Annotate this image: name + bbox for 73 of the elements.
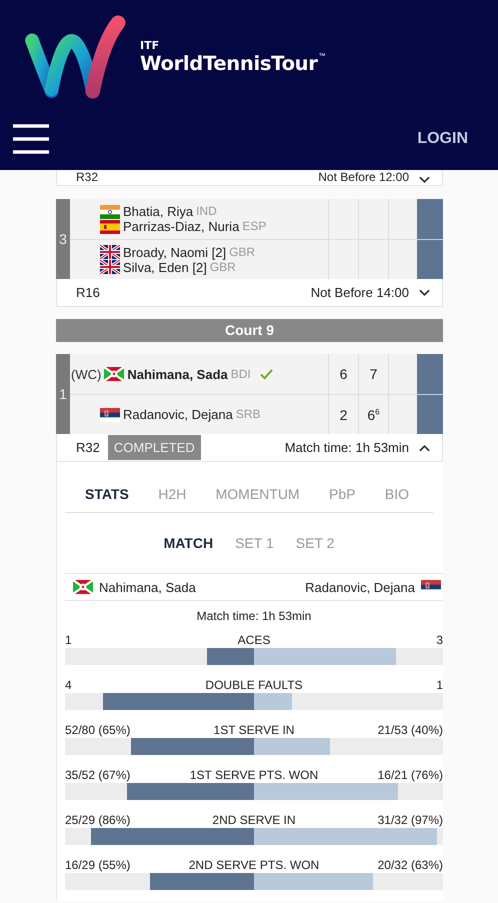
- status-badge: COMPLETED: [108, 435, 201, 460]
- stat-label: DOUBLE FAULTS: [205, 678, 303, 692]
- stat-value: 20/32 (63%): [378, 858, 443, 872]
- stats-tab[interactable]: H2H: [156, 482, 188, 506]
- court-header: Court 9: [56, 319, 443, 342]
- menu-icon[interactable]: [13, 124, 49, 154]
- check-icon: [260, 368, 273, 380]
- stats-tab[interactable]: MOMENTUM: [214, 482, 302, 506]
- country-code: BDI: [230, 366, 251, 382]
- stat-value: 31/32 (97%): [378, 812, 443, 826]
- stat-value: 35/52 (67%): [65, 768, 130, 782]
- side-strip: [417, 199, 443, 239]
- score-cell: 6: [328, 354, 358, 394]
- chevron-icon[interactable]: [419, 444, 430, 452]
- brand-label: ITF: [140, 40, 160, 52]
- side-strip: [417, 394, 443, 434]
- round-label: R32: [76, 170, 98, 184]
- entry-tag: (WC): [71, 366, 102, 382]
- stats-tab[interactable]: BIO: [382, 482, 411, 506]
- stat-value: 21/53 (40%): [378, 722, 443, 736]
- player-name: Radanovic, Dejana: [123, 407, 233, 422]
- flag-icon: [100, 204, 120, 218]
- stat-value: 3: [436, 632, 443, 646]
- stat-value: 52/80 (65%): [65, 722, 130, 736]
- chevron-icon[interactable]: [419, 176, 430, 184]
- country-code: IND: [196, 204, 217, 219]
- country-code: GBR: [210, 260, 236, 274]
- set-tab[interactable]: SET 2: [296, 531, 334, 555]
- side-strip: [417, 354, 443, 394]
- set-tab[interactable]: SET 1: [235, 531, 274, 555]
- stat-value: 4: [65, 678, 72, 692]
- match-time: Match time: 1h 53min: [196, 608, 312, 625]
- round-label: R16: [76, 285, 100, 300]
- player-name: Nahimana, Sada: [99, 580, 196, 594]
- stat-value: 25/29 (86%): [65, 812, 130, 826]
- chevron-icon[interactable]: [419, 288, 430, 296]
- time-label: Not Before 12:00: [318, 170, 409, 184]
- flag-icon: [100, 220, 120, 234]
- stat-label: 1ST SERVE PTS. WON: [190, 768, 318, 782]
- stat-label: 2ND SERVE IN: [212, 812, 296, 826]
- country-code: ESP: [242, 219, 266, 234]
- stats-tab[interactable]: PbP: [327, 482, 358, 506]
- side-strip: [417, 239, 443, 279]
- flag-icon: [100, 408, 120, 422]
- login-button[interactable]: LOGIN: [411, 126, 474, 152]
- stat-label: ACES: [238, 632, 270, 646]
- stat-value: 1: [436, 678, 443, 692]
- country-code: SRB: [236, 407, 261, 422]
- brand-name: WorldTennisTour: [140, 52, 318, 76]
- set-tab[interactable]: MATCH: [164, 531, 214, 555]
- stats-tab[interactable]: STATS: [83, 482, 131, 506]
- stat-value: 1: [65, 632, 72, 646]
- score-cell: 7: [358, 354, 388, 394]
- flag-icon: [104, 367, 124, 381]
- time-label: Not Before 14:00: [310, 285, 409, 300]
- player-name: Nahimana, Sada: [127, 366, 228, 382]
- stat-label: 2ND SERVE PTS. WON: [188, 858, 320, 872]
- flag-icon: [73, 580, 93, 594]
- round-label: R32: [76, 440, 100, 455]
- player-name: Broady, Naomi [2]: [123, 244, 226, 260]
- time-label: Match time: 1h 53min: [284, 440, 409, 455]
- stat-value: 16/29 (55%): [65, 858, 130, 872]
- stat-label: 1ST SERVE IN: [214, 722, 294, 736]
- flag-icon: [100, 260, 120, 274]
- flag-icon: [100, 245, 120, 259]
- match-number: 3: [56, 199, 70, 279]
- country-code: GBR: [229, 244, 256, 260]
- stat-value: 16/21 (76%): [378, 768, 443, 782]
- player-name: Radanovic, Dejana: [305, 580, 415, 594]
- player-name: Bhatia, Riya: [123, 204, 194, 219]
- player-name: Silva, Eden [2]: [123, 260, 207, 274]
- match-number: 1: [56, 354, 70, 434]
- player-name: Parrizas-Diaz, Nuria: [123, 219, 240, 234]
